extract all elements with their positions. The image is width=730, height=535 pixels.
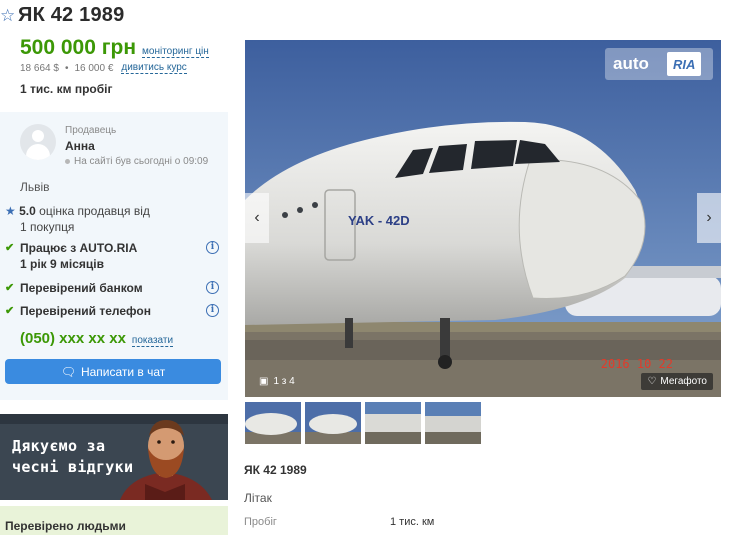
chat-button[interactable]: 🗨 Написати в чат (5, 359, 221, 384)
main-photo[interactable]: YAK - 42D auto RIA ‹ › 2016 10 22 ▣ 1 з … (245, 40, 721, 397)
aircraft-label: YAK - 42D (348, 213, 410, 228)
separator-dot: • (64, 62, 69, 74)
avatar (20, 124, 56, 160)
page-title: ЯК 42 1989 (18, 4, 125, 26)
seller-card: Продавець Анна На сайті був сьогодні о 0… (0, 112, 228, 400)
verified-text: Перевірено людьми (5, 519, 126, 533)
works-duration: 1 рік 9 місяців (20, 257, 104, 271)
chevron-right-icon: › (706, 209, 712, 226)
online-status: На сайті був сьогодні о 09:09 (65, 156, 208, 167)
phone-verified-text: Перевірений телефон (20, 304, 151, 318)
phone-verified-row: ✔ Перевірений телефон i (5, 303, 223, 319)
price-monitor-link[interactable]: моніторинг цін (142, 46, 209, 58)
logo-ria: RIA (667, 52, 702, 76)
spec-mileage-value: 1 тис. км (390, 516, 435, 528)
info-icon[interactable]: i (206, 304, 219, 317)
info-icon[interactable]: i (206, 241, 219, 254)
show-phone-link[interactable]: показати (131, 335, 174, 347)
check-icon: ✔ (5, 282, 15, 294)
next-photo-button[interactable]: › (697, 193, 721, 243)
chat-button-label: Написати в чат (80, 364, 166, 379)
chat-icon: 🗨 (60, 364, 76, 379)
info-icon[interactable]: i (206, 281, 219, 294)
title-row: ☆ ЯК 42 1989 (0, 4, 124, 27)
megaphoto-label: Мегафото (660, 376, 707, 387)
rate-link[interactable]: дивитись курс (121, 62, 187, 74)
feedback-banner[interactable]: Дякуємо за чесні відгуки (0, 414, 228, 500)
price: 500 000 грн (20, 36, 137, 59)
rating-purchases: 1 покупця (20, 220, 75, 234)
check-icon: ✔ (5, 305, 15, 317)
mileage: 1 тис. км пробіг (20, 82, 113, 96)
bank-verified-row: ✔ Перевірений банком i (5, 280, 223, 296)
thumbnail-1[interactable] (245, 402, 301, 444)
seller-name: Анна (65, 139, 95, 153)
spec-mileage-key: Пробіг (244, 516, 277, 528)
thumbnail-4[interactable] (425, 402, 481, 444)
gallery-icon: ▣ (259, 376, 269, 387)
photo-date-stamp: 2016 10 22 (600, 357, 673, 371)
rating-value: 5.0 (19, 204, 36, 218)
seller-rating: ★ 5.0 оцінка продавця від 1 покупця (5, 203, 150, 235)
online-text: На сайті був сьогодні о 09:09 (74, 156, 209, 167)
thumbnail-3[interactable] (365, 402, 421, 444)
megaphoto-icon: ♡ (647, 376, 657, 387)
price-block: 500 000 грн моніторинг цін 18 664 $ • 16… (0, 36, 230, 96)
details-type: Літак (244, 491, 272, 505)
phone-number: (050) xxx xx xx (20, 330, 126, 347)
rating-text: оцінка продавця від (39, 204, 150, 218)
phone-row: (050) xxx xx xx показати (20, 330, 174, 347)
photo-counter-text: 1 з 4 (273, 376, 295, 387)
megaphoto-button[interactable]: ♡ Мегафото (641, 373, 713, 390)
works-with-row: ✔ Працює з AUTO.RIA 1 рік 9 місяців i (5, 240, 223, 272)
details-title: ЯК 42 1989 (244, 463, 307, 477)
thumbnail-strip (245, 402, 481, 444)
status-dot-icon (65, 159, 70, 164)
logo-auto: auto (613, 54, 649, 73)
autoria-logo: auto RIA (605, 48, 713, 80)
seller-label: Продавець (65, 125, 117, 136)
check-icon: ✔ (5, 242, 15, 254)
photo-counter: ▣ 1 з 4 (259, 376, 295, 387)
seller-city: Львів (20, 180, 50, 194)
banner-text: Дякуємо за чесні відгуки (12, 436, 133, 478)
aircraft-photo (245, 40, 721, 397)
verified-section: Перевірено людьми (0, 506, 228, 535)
banner-line-2: чесні відгуки (12, 458, 134, 476)
prev-photo-button[interactable]: ‹ (245, 193, 269, 243)
price-eur: 16 000 € (74, 62, 114, 74)
thumbnail-2[interactable] (305, 402, 361, 444)
favorite-star-icon[interactable]: ☆ (0, 6, 18, 26)
chevron-left-icon: ‹ (254, 209, 260, 226)
works-with-text: Працює з AUTO.RIA (20, 241, 138, 255)
banner-line-1: Дякуємо за (12, 437, 106, 455)
bank-verified-text: Перевірений банком (20, 281, 143, 295)
price-usd: 18 664 $ (20, 62, 59, 74)
rating-star-icon: ★ (5, 204, 16, 218)
